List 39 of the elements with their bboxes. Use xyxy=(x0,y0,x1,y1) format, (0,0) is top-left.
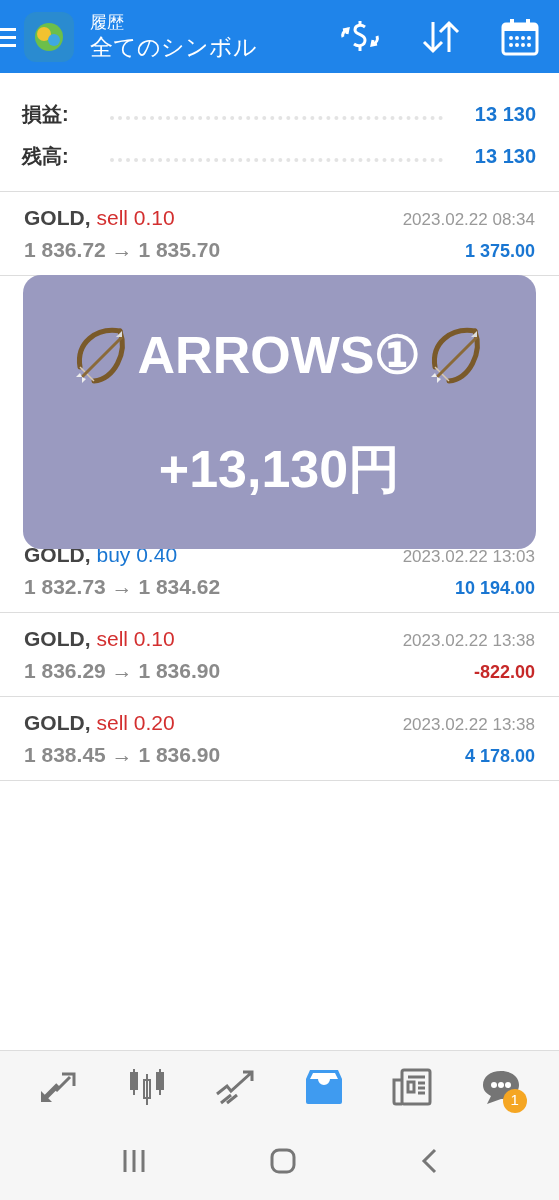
summary-label: 損益: xyxy=(22,102,70,127)
deal-side: sell 0.20 xyxy=(96,710,175,736)
newspaper-icon[interactable] xyxy=(392,1067,433,1106)
deal-symbol: GOLD, xyxy=(24,205,91,231)
calendar-icon[interactable] xyxy=(501,17,539,56)
deal-profit: 10 194.00 xyxy=(454,576,535,600)
deal-prices: 1 836.72 → 1 835.70 xyxy=(24,236,221,263)
deal-profit: -822.00 xyxy=(473,660,535,684)
summary-value: 13 130 xyxy=(474,102,536,127)
deal-time: 2023.02.22 13:03 xyxy=(402,546,535,568)
header-title: 履歴 xyxy=(90,12,125,33)
back-icon[interactable] xyxy=(420,1148,437,1174)
home-icon[interactable] xyxy=(270,1148,297,1174)
deal-time: 2023.02.22 13:38 xyxy=(402,714,535,736)
summary-value: 13 130 xyxy=(474,144,536,169)
app-logo-icon xyxy=(24,11,74,62)
deal-prices: 1 836.29 → 1 836.90 xyxy=(24,657,221,684)
deal-symbol: GOLD, xyxy=(24,626,91,652)
summary-label: 残高: xyxy=(22,144,70,169)
overlay-amount: +13,130円 xyxy=(158,439,401,500)
deal-row[interactable]: GOLD, sell 0.20 2023.02.22 13:38 1 838.45 → 1 836.90 4 178.00 xyxy=(0,697,559,781)
deal-side: sell 0.10 xyxy=(96,626,175,652)
sort-arrows-icon[interactable] xyxy=(421,19,461,54)
recent-apps-icon[interactable] xyxy=(122,1149,147,1173)
deal-profit: 1 375.00 xyxy=(464,239,535,263)
deal-row[interactable]: GOLD, sell 0.10 2023.02.22 13:38 1 836.29 → 1 836.90 -822.00 xyxy=(0,613,559,697)
deal-time: 2023.02.22 13:38 xyxy=(402,630,535,652)
deal-prices: 1 838.45 → 1 836.90 xyxy=(24,741,221,768)
inbox-icon[interactable] xyxy=(303,1068,344,1105)
deal-side: sell 0.10 xyxy=(96,205,175,231)
trend-arrow-icon[interactable] xyxy=(215,1068,256,1105)
deal-prices: 1 832.73 → 1 834.62 xyxy=(24,573,221,600)
deal-symbol: GOLD, xyxy=(24,542,91,568)
deal-profit: 4 178.00 xyxy=(464,744,535,768)
overlay-title: ARROWS① xyxy=(137,325,422,386)
deal-symbol: GOLD, xyxy=(24,710,91,736)
deal-time: 2023.02.22 08:34 xyxy=(402,209,535,231)
header-subtitle: 全てのシンボル xyxy=(90,32,257,61)
menu-icon[interactable] xyxy=(0,25,16,48)
